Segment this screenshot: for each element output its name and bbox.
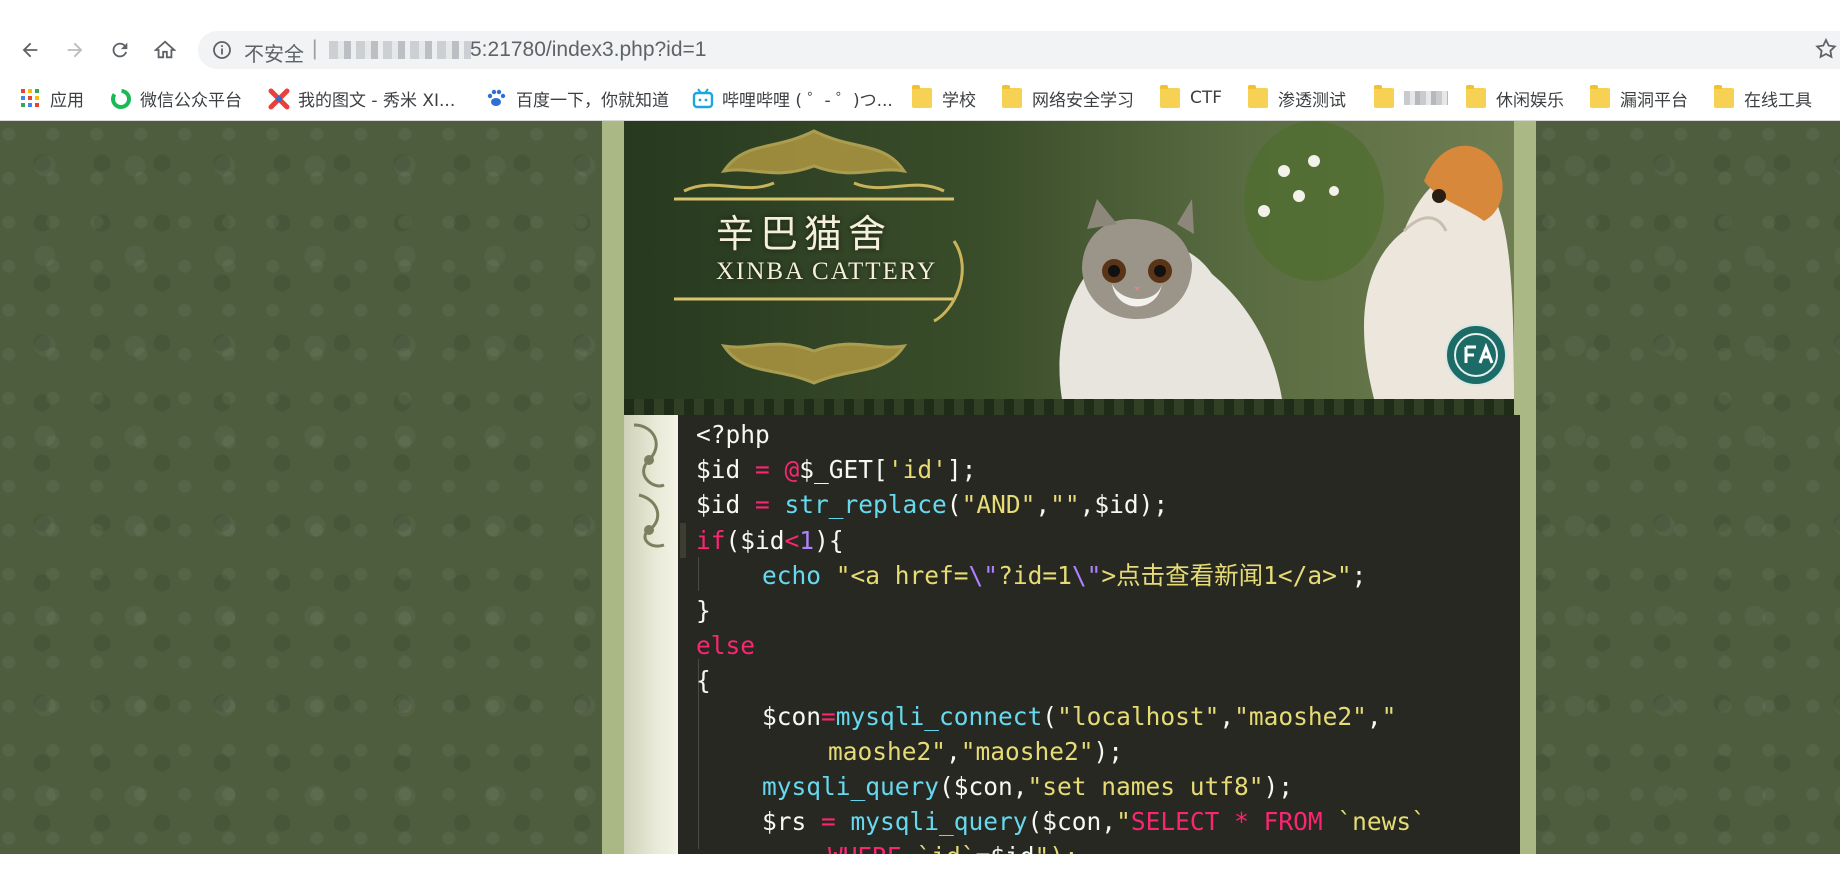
cat-image-left (1059, 199, 1282, 399)
address-bar[interactable]: 不安全 | 5:21780/index3.php?id=1 (198, 31, 1840, 69)
bookmark-label: 应用 (50, 90, 84, 111)
code-line-13: WHERE `id`=$id"); (678, 839, 1520, 854)
bookmark-folder-tools[interactable]: 在线工具 (1714, 85, 1812, 111)
folder-icon (1590, 85, 1610, 108)
code-line-4: if($id<1){ (678, 522, 1520, 558)
bookmark-label: 漏洞平台 (1620, 90, 1688, 111)
browser-toolbar: 不安全 | 5:21780/index3.php?id=1 (0, 0, 1840, 76)
code-line-1: <?php (696, 420, 770, 449)
omnibox-separator: | (312, 37, 318, 60)
bookmark-folder-ctf[interactable]: CTF (1160, 85, 1222, 111)
scroll-ornament-icon (633, 423, 665, 548)
folder-icon (1374, 85, 1394, 108)
code-line-7: else (696, 631, 756, 661)
bookmarks-bar: 应用 微信公众平台 我的图文 - 秀米 XI... 百度一下，你就知道 哔哩哔哩… (0, 78, 1840, 121)
reload-icon (112, 42, 128, 58)
code-line-12: $rs = mysqli_query($con,"SELECT * FROM `… (762, 807, 1426, 837)
bilibili-tv-icon (692, 88, 714, 109)
current-line-marker (680, 522, 686, 558)
forward-button[interactable] (59, 34, 91, 66)
baidu-paw-icon (486, 88, 506, 108)
banner-divider (624, 399, 1514, 415)
bookmark-folder-redacted[interactable] (1374, 85, 1448, 111)
bookmark-wechat[interactable]: 微信公众平台 (110, 85, 242, 111)
code-line-9: $con=mysqli_connect("localhost","maoshe2… (762, 701, 1397, 731)
xiumi-icon (268, 88, 290, 110)
cfa-badge-logo (1445, 324, 1507, 386)
bookmark-folder-school[interactable]: 学校 (912, 85, 976, 111)
bookmark-label: CTF (1190, 88, 1223, 108)
bookmark-label: 微信公众平台 (140, 90, 242, 111)
code-line-2: $id = @$_GET['id']; (696, 455, 977, 485)
bookmark-folder-netsec[interactable]: 网络安全学习 (1002, 85, 1134, 111)
folder-icon (1160, 85, 1180, 108)
apps-grid-icon (20, 88, 40, 108)
folder-icon (1466, 85, 1486, 108)
redacted-bookmark-label (1404, 91, 1448, 105)
code-line-10: maoshe2","maoshe2"); (828, 736, 1124, 766)
folder-icon (912, 85, 932, 108)
bookmark-label: 网络安全学习 (1032, 90, 1134, 111)
bookmark-label: 休闲娱乐 (1496, 90, 1564, 111)
content-column: 辛巴猫舍 XINBA CATTERY <?php $id = @$_GET['i… (624, 121, 1520, 854)
code-line-3: $id = str_replace("AND","",$id); (696, 490, 1169, 520)
php-source-code: <?php $id = @$_GET['id']; $id = str_repl… (678, 415, 1520, 854)
back-button[interactable] (14, 34, 46, 66)
bookmark-folder-leisure[interactable]: 休闲娱乐 (1466, 85, 1564, 111)
code-line-5: echo "<a href=\"?id=1\">点击查看新闻1</a>"; (762, 560, 1367, 590)
wechat-mp-icon (110, 88, 131, 109)
page-frame: 辛巴猫舍 XINBA CATTERY <?php $id = @$_GET['i… (602, 121, 1536, 854)
bookmark-apps[interactable]: 应用 (20, 85, 84, 111)
banner-title-english: XINBA CATTERY (716, 258, 938, 285)
bookmark-folder-vuln[interactable]: 漏洞平台 (1590, 85, 1688, 111)
forward-arrow-icon (67, 42, 83, 58)
insecure-label: 不安全 (244, 42, 304, 66)
code-line-8: { (696, 666, 711, 696)
bookmark-label: 哔哩哔哩 ( ゜- ゜)つ... (722, 90, 893, 111)
folder-icon (1714, 85, 1734, 108)
code-line-11: mysqli_query($con,"set names utf8"); (762, 771, 1294, 801)
bookmark-bilibili[interactable]: 哔哩哔哩 ( ゜- ゜)つ... (692, 85, 893, 111)
bookmark-xiumi[interactable]: 我的图文 - 秀米 XI... (268, 85, 455, 111)
folder-icon (1248, 85, 1268, 108)
bookmark-label: 在线工具 (1744, 90, 1812, 111)
back-arrow-icon (22, 42, 38, 58)
info-icon[interactable] (212, 40, 232, 60)
page-viewport: 辛巴猫舍 XINBA CATTERY <?php $id = @$_GET['i… (0, 121, 1840, 854)
bookmark-folder-pentest[interactable]: 渗透测试 (1248, 85, 1346, 111)
decorative-sidebar (624, 415, 678, 854)
bookmark-baidu[interactable]: 百度一下，你就知道 (486, 85, 669, 111)
redacted-host (329, 41, 471, 59)
home-icon (154, 40, 176, 59)
cattery-banner: 辛巴猫舍 XINBA CATTERY (624, 121, 1514, 399)
bookmark-label: 学校 (942, 90, 976, 111)
bookmark-label: 渗透测试 (1278, 90, 1346, 111)
bookmark-label: 百度一下，你就知道 (516, 90, 669, 111)
bookmark-star-icon[interactable] (1814, 37, 1838, 61)
reload-button[interactable] (104, 34, 136, 66)
url-text[interactable]: 5:21780/index3.php?id=1 (470, 38, 706, 62)
code-line-6: } (696, 595, 711, 625)
folder-icon (1002, 85, 1022, 108)
bookmark-label: 我的图文 - 秀米 XI... (298, 90, 456, 111)
home-button[interactable] (149, 34, 181, 66)
banner-title-chinese: 辛巴猫舍 (716, 212, 893, 256)
